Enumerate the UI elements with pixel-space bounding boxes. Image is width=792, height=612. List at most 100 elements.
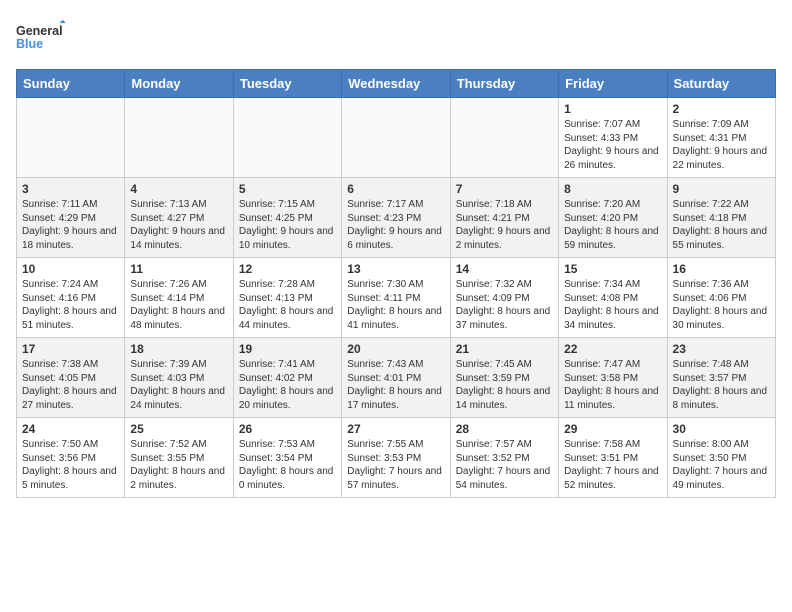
cell-info: Sunrise: 7:55 AM Sunset: 3:53 PM Dayligh… — [347, 438, 444, 492]
day-header-thursday: Thursday — [450, 70, 558, 98]
day-number: 21 — [456, 342, 553, 356]
calendar-cell: 3 Sunrise: 7:11 AM Sunset: 4:29 PM Daylig… — [17, 178, 125, 258]
calendar-cell: 29 Sunrise: 7:58 AM Sunset: 3:51 PM Dayli… — [559, 418, 667, 498]
calendar-cell: 25 Sunrise: 7:52 AM Sunset: 3:55 PM Dayli… — [125, 418, 233, 498]
cell-info: Sunrise: 7:26 AM Sunset: 4:14 PM Dayligh… — [130, 278, 227, 332]
cell-info: Sunrise: 7:28 AM Sunset: 4:13 PM Dayligh… — [239, 278, 336, 332]
day-header-sunday: Sunday — [17, 70, 125, 98]
cell-info: Sunrise: 7:47 AM Sunset: 3:58 PM Dayligh… — [564, 358, 661, 412]
logo-svg: General Blue — [16, 16, 66, 61]
calendar-cell — [17, 98, 125, 178]
day-number: 10 — [22, 262, 119, 276]
day-header-friday: Friday — [559, 70, 667, 98]
calendar-cell — [450, 98, 558, 178]
calendar-cell: 17 Sunrise: 7:38 AM Sunset: 4:05 PM Dayli… — [17, 338, 125, 418]
cell-info: Sunrise: 7:32 AM Sunset: 4:09 PM Dayligh… — [456, 278, 553, 332]
day-number: 24 — [22, 422, 119, 436]
calendar-cell: 8 Sunrise: 7:20 AM Sunset: 4:20 PM Daylig… — [559, 178, 667, 258]
cell-info: Sunrise: 7:41 AM Sunset: 4:02 PM Dayligh… — [239, 358, 336, 412]
calendar-cell: 30 Sunrise: 8:00 AM Sunset: 3:50 PM Dayli… — [667, 418, 775, 498]
calendar-cell: 7 Sunrise: 7:18 AM Sunset: 4:21 PM Daylig… — [450, 178, 558, 258]
logo: General Blue — [16, 16, 66, 61]
cell-info: Sunrise: 7:53 AM Sunset: 3:54 PM Dayligh… — [239, 438, 336, 492]
calendar-cell: 18 Sunrise: 7:39 AM Sunset: 4:03 PM Dayli… — [125, 338, 233, 418]
cell-info: Sunrise: 7:13 AM Sunset: 4:27 PM Dayligh… — [130, 198, 227, 252]
cell-info: Sunrise: 7:58 AM Sunset: 3:51 PM Dayligh… — [564, 438, 661, 492]
calendar-cell: 26Sunrise: 7:53 AM Sunset: 3:54 PM Dayli… — [233, 418, 341, 498]
calendar-cell: 21 Sunrise: 7:45 AM Sunset: 3:59 PM Dayli… — [450, 338, 558, 418]
day-number: 7 — [456, 182, 553, 196]
day-number: 5 — [239, 182, 336, 196]
day-number: 12 — [239, 262, 336, 276]
cell-info: Sunrise: 7:15 AM Sunset: 4:25 PM Dayligh… — [239, 198, 336, 252]
calendar-cell: 11 Sunrise: 7:26 AM Sunset: 4:14 PM Dayli… — [125, 258, 233, 338]
day-number: 28 — [456, 422, 553, 436]
cell-info: Sunrise: 7:24 AM Sunset: 4:16 PM Dayligh… — [22, 278, 119, 332]
calendar-cell: 24Sunrise: 7:50 AM Sunset: 3:56 PM Dayli… — [17, 418, 125, 498]
cell-info: Sunrise: 7:11 AM Sunset: 4:29 PM Dayligh… — [22, 198, 119, 252]
calendar-cell: 20 Sunrise: 7:43 AM Sunset: 4:01 PM Dayli… — [342, 338, 450, 418]
calendar-cell: 27 Sunrise: 7:55 AM Sunset: 3:53 PM Dayli… — [342, 418, 450, 498]
calendar-cell: 28 Sunrise: 7:57 AM Sunset: 3:52 PM Dayli… — [450, 418, 558, 498]
cell-info: Sunrise: 7:18 AM Sunset: 4:21 PM Dayligh… — [456, 198, 553, 252]
day-number: 11 — [130, 262, 227, 276]
day-number: 2 — [673, 102, 770, 116]
calendar-cell: 23Sunrise: 7:48 AM Sunset: 3:57 PM Dayli… — [667, 338, 775, 418]
day-number: 18 — [130, 342, 227, 356]
cell-info: Sunrise: 7:38 AM Sunset: 4:05 PM Dayligh… — [22, 358, 119, 412]
page-header: General Blue — [16, 16, 776, 61]
day-number: 1 — [564, 102, 661, 116]
calendar-cell: 10 Sunrise: 7:24 AM Sunset: 4:16 PM Dayli… — [17, 258, 125, 338]
cell-info: Sunrise: 7:20 AM Sunset: 4:20 PM Dayligh… — [564, 198, 661, 252]
svg-text:Blue: Blue — [16, 37, 43, 51]
calendar-table: SundayMondayTuesdayWednesdayThursdayFrid… — [16, 69, 776, 498]
day-number: 17 — [22, 342, 119, 356]
calendar-cell: 22 Sunrise: 7:47 AM Sunset: 3:58 PM Dayli… — [559, 338, 667, 418]
cell-info: Sunrise: 8:00 AM Sunset: 3:50 PM Dayligh… — [673, 438, 770, 492]
day-number: 15 — [564, 262, 661, 276]
day-number: 29 — [564, 422, 661, 436]
day-header-monday: Monday — [125, 70, 233, 98]
day-header-tuesday: Tuesday — [233, 70, 341, 98]
calendar-cell: 2Sunrise: 7:09 AM Sunset: 4:31 PM Daylig… — [667, 98, 775, 178]
day-number: 8 — [564, 182, 661, 196]
cell-info: Sunrise: 7:52 AM Sunset: 3:55 PM Dayligh… — [130, 438, 227, 492]
calendar-cell: 16 Sunrise: 7:36 AM Sunset: 4:06 PM Dayli… — [667, 258, 775, 338]
calendar-cell: 4 Sunrise: 7:13 AM Sunset: 4:27 PM Daylig… — [125, 178, 233, 258]
cell-info: Sunrise: 7:07 AM Sunset: 4:33 PM Dayligh… — [564, 118, 661, 172]
cell-info: Sunrise: 7:36 AM Sunset: 4:06 PM Dayligh… — [673, 278, 770, 332]
day-header-saturday: Saturday — [667, 70, 775, 98]
day-number: 22 — [564, 342, 661, 356]
day-number: 27 — [347, 422, 444, 436]
day-number: 4 — [130, 182, 227, 196]
cell-info: Sunrise: 7:22 AM Sunset: 4:18 PM Dayligh… — [673, 198, 770, 252]
cell-info: Sunrise: 7:45 AM Sunset: 3:59 PM Dayligh… — [456, 358, 553, 412]
calendar-cell: 6 Sunrise: 7:17 AM Sunset: 4:23 PM Daylig… — [342, 178, 450, 258]
day-number: 3 — [22, 182, 119, 196]
cell-info: Sunrise: 7:34 AM Sunset: 4:08 PM Dayligh… — [564, 278, 661, 332]
calendar-cell: 13Sunrise: 7:30 AM Sunset: 4:11 PM Dayli… — [342, 258, 450, 338]
calendar-cell: 15 Sunrise: 7:34 AM Sunset: 4:08 PM Dayli… — [559, 258, 667, 338]
calendar-cell — [125, 98, 233, 178]
calendar-cell: 19 Sunrise: 7:41 AM Sunset: 4:02 PM Dayli… — [233, 338, 341, 418]
day-number: 14 — [456, 262, 553, 276]
calendar-cell: 9 Sunrise: 7:22 AM Sunset: 4:18 PM Daylig… — [667, 178, 775, 258]
day-number: 20 — [347, 342, 444, 356]
calendar-cell: 12 Sunrise: 7:28 AM Sunset: 4:13 PM Dayli… — [233, 258, 341, 338]
day-number: 19 — [239, 342, 336, 356]
day-number: 16 — [673, 262, 770, 276]
cell-info: Sunrise: 7:17 AM Sunset: 4:23 PM Dayligh… — [347, 198, 444, 252]
calendar-cell — [233, 98, 341, 178]
day-number: 6 — [347, 182, 444, 196]
day-number: 25 — [130, 422, 227, 436]
cell-info: Sunrise: 7:39 AM Sunset: 4:03 PM Dayligh… — [130, 358, 227, 412]
cell-info: Sunrise: 7:43 AM Sunset: 4:01 PM Dayligh… — [347, 358, 444, 412]
calendar-cell — [342, 98, 450, 178]
day-header-wednesday: Wednesday — [342, 70, 450, 98]
svg-text:General: General — [16, 24, 63, 38]
day-number: 30 — [673, 422, 770, 436]
cell-info: Sunrise: 7:48 AM Sunset: 3:57 PM Dayligh… — [673, 358, 770, 412]
day-number: 9 — [673, 182, 770, 196]
calendar-cell: 5 Sunrise: 7:15 AM Sunset: 4:25 PM Daylig… — [233, 178, 341, 258]
cell-info: Sunrise: 7:57 AM Sunset: 3:52 PM Dayligh… — [456, 438, 553, 492]
